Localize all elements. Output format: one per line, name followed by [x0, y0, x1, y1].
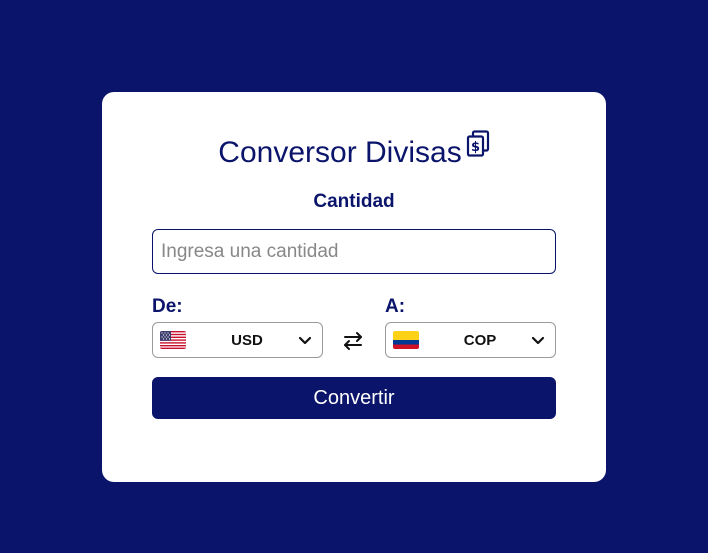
- convert-button[interactable]: Convertir: [152, 377, 556, 419]
- amount-label: Cantidad: [313, 191, 395, 212]
- svg-text:$: $: [471, 140, 480, 155]
- us-flag-icon: [160, 331, 186, 349]
- to-currency-code: COP: [463, 331, 497, 349]
- to-label: A:: [385, 296, 406, 317]
- colombia-flag-icon: [393, 331, 419, 349]
- title-row: Conversor Divisas $: [102, 130, 606, 170]
- to-currency-select[interactable]: COP: [385, 322, 556, 358]
- amount-input[interactable]: [152, 229, 556, 274]
- page-title: Conversor Divisas: [218, 136, 462, 169]
- converter-card: Conversor Divisas $ Cantidad De: A:: [102, 92, 606, 482]
- from-currency-select[interactable]: USD: [152, 322, 323, 358]
- chevron-down-icon: [531, 336, 545, 345]
- swap-arrows-icon[interactable]: [340, 328, 366, 354]
- chevron-down-icon: [298, 336, 312, 345]
- from-label: De:: [152, 296, 183, 317]
- currency-copy-icon: $: [466, 130, 489, 157]
- from-currency-code: USD: [231, 331, 263, 349]
